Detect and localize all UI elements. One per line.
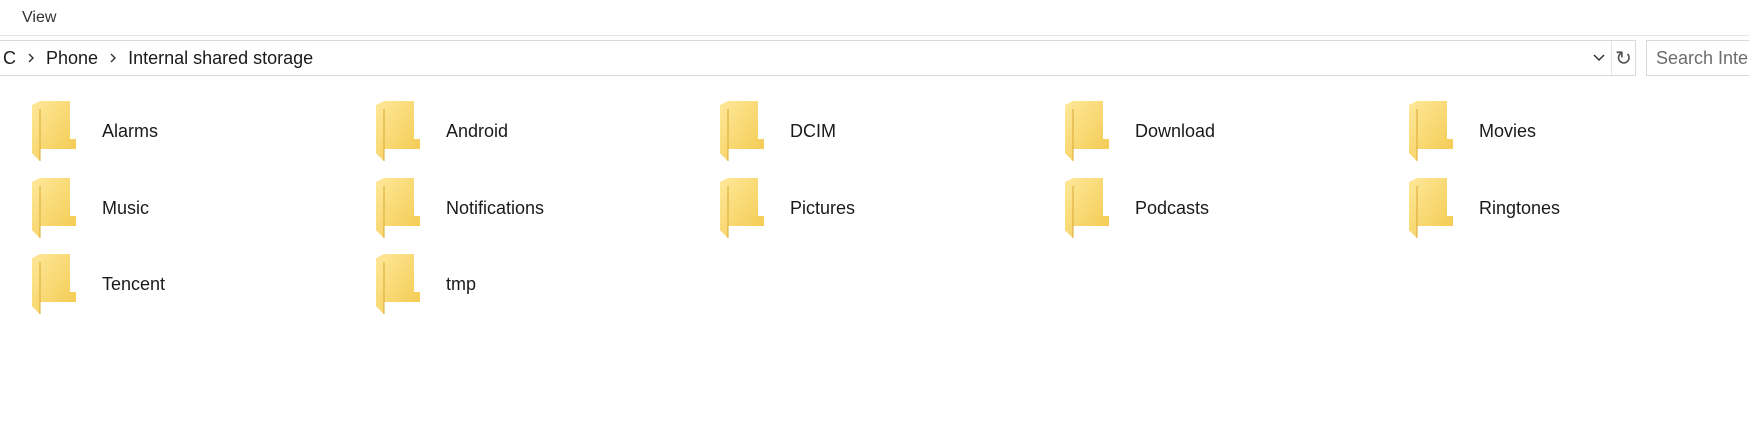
folder-item-download[interactable]: Download (1033, 92, 1393, 164)
folder-icon (376, 178, 420, 238)
folder-icon (376, 254, 420, 314)
search-input[interactable] (1647, 41, 1749, 75)
folder-item-android[interactable]: Android (344, 92, 704, 164)
folder-icon (1409, 101, 1453, 161)
breadcrumb-item-phone[interactable]: Phone (42, 41, 102, 75)
folder-icon (32, 254, 76, 314)
search-box (1646, 40, 1749, 76)
folder-item-pictures[interactable]: Pictures (688, 169, 1048, 241)
folder-name: DCIM (790, 121, 836, 141)
folder-name: Tencent (102, 274, 166, 294)
folder-icon (32, 101, 76, 161)
folder-icon (376, 101, 420, 161)
breadcrumb: C Phone Internal shared storage (0, 41, 317, 75)
folder-name: Music (102, 198, 150, 218)
folder-item-music[interactable]: Music (0, 169, 360, 241)
address-row: C Phone Internal shared storage ↻ (0, 40, 1749, 78)
chevron-right-icon[interactable] (20, 41, 42, 75)
folder-name: Movies (1479, 121, 1537, 141)
breadcrumb-item-internal-shared-storage[interactable]: Internal shared storage (124, 41, 317, 75)
folder-icon (720, 101, 764, 161)
folder-item-podcasts[interactable]: Podcasts (1033, 169, 1393, 241)
folder-item-tencent[interactable]: Tencent (0, 245, 360, 317)
ribbon: View (0, 0, 1749, 36)
folder-item-alarms[interactable]: Alarms (0, 92, 360, 164)
folder-name: Alarms (102, 121, 159, 141)
breadcrumb-item-pc[interactable]: C (0, 41, 20, 75)
ribbon-tab-view[interactable]: View (16, 8, 62, 28)
folder-name: Podcasts (1135, 198, 1210, 218)
chevron-down-icon[interactable] (1587, 41, 1611, 75)
folder-name: tmp (446, 274, 477, 294)
folder-icon (1409, 178, 1453, 238)
refresh-icon[interactable]: ↻ (1611, 41, 1635, 75)
folder-item-movies[interactable]: Movies (1377, 92, 1737, 164)
folder-item-tmp[interactable]: tmp (344, 245, 704, 317)
folder-name: Ringtones (1479, 198, 1561, 218)
folder-name: Download (1135, 121, 1216, 141)
folder-icon (32, 178, 76, 238)
chevron-right-icon[interactable] (102, 41, 124, 75)
folder-icon (1065, 101, 1109, 161)
address-bar[interactable]: C Phone Internal shared storage ↻ (0, 40, 1636, 76)
folder-item-ringtones[interactable]: Ringtones (1377, 169, 1737, 241)
folder-icon (720, 178, 764, 238)
folder-item-dcim[interactable]: DCIM (688, 92, 1048, 164)
folder-name: Android (446, 121, 509, 141)
folder-item-notifications[interactable]: Notifications (344, 169, 704, 241)
folder-name: Pictures (790, 198, 856, 218)
folder-icon (1065, 178, 1109, 238)
folder-name: Notifications (446, 198, 545, 218)
